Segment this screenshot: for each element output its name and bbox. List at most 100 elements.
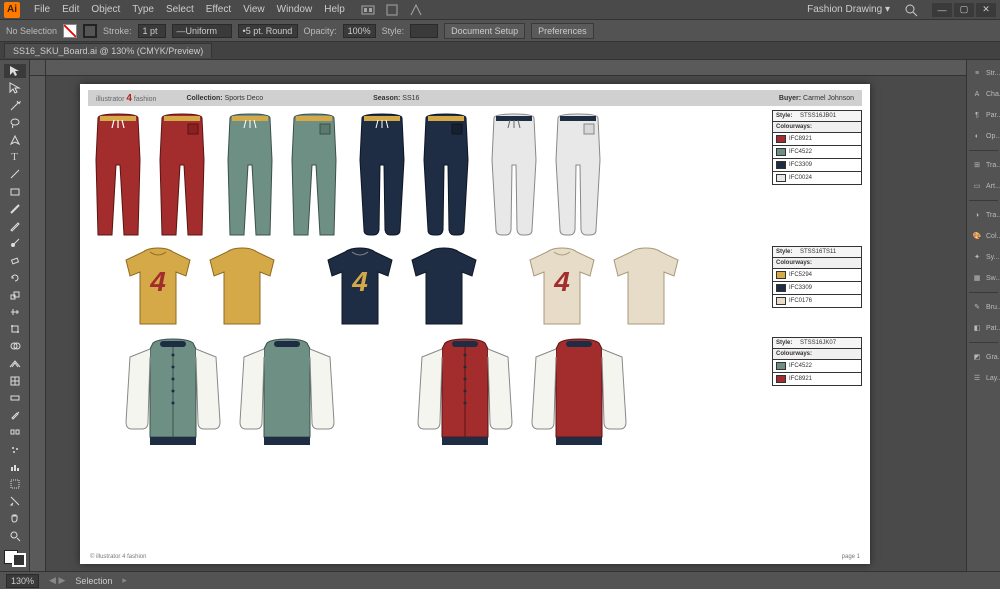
menu-effect[interactable]: Effect (200, 4, 237, 15)
slice-tool[interactable] (4, 494, 26, 508)
panel-layers[interactable]: ☰Lay... (969, 369, 998, 387)
line-tool[interactable] (4, 167, 26, 181)
paintbrush-tool[interactable] (4, 202, 26, 216)
fill-stroke-picker[interactable] (4, 550, 26, 567)
artboard[interactable]: illustrator 4 fashion Collection: Sports… (80, 84, 870, 564)
season-field: Season: SS16 (373, 95, 419, 102)
selection-tool[interactable] (4, 64, 26, 78)
minimize-button[interactable]: — (932, 3, 952, 17)
menu-select[interactable]: Select (160, 4, 200, 15)
control-bar: No Selection Stroke: 1 pt — Uniform • 5 … (0, 20, 1000, 42)
lasso-tool[interactable] (4, 116, 26, 130)
search-icon[interactable] (904, 3, 918, 17)
close-button[interactable]: ✕ (976, 3, 996, 17)
panel-stroke[interactable]: ≡Str... (969, 64, 998, 82)
corner-field[interactable]: • 5 pt. Round (238, 24, 298, 38)
bridge-icon[interactable] (361, 3, 375, 17)
panel-brushes[interactable]: ✎Bru... (969, 298, 998, 316)
artboard-footer: © illustrator 4 fashion page 1 (90, 554, 860, 560)
panel-transform[interactable]: ⊞Tra... (969, 156, 998, 174)
opacity-label: Opacity: (304, 26, 337, 36)
pen-tool[interactable] (4, 133, 26, 147)
panel-pathfinder[interactable]: ◧Pat... (969, 319, 998, 337)
perspective-grid-tool[interactable] (4, 356, 26, 370)
menu-file[interactable]: File (28, 4, 56, 15)
mesh-tool[interactable] (4, 374, 26, 388)
gradient-tool[interactable] (4, 391, 26, 405)
panel-paragraph[interactable]: ¶Par... (969, 106, 998, 124)
ruler-vertical[interactable] (30, 76, 46, 571)
svg-text:4: 4 (149, 266, 166, 297)
panel-gradient[interactable]: ◩Gra... (969, 348, 998, 366)
ruler-origin[interactable] (30, 60, 46, 76)
panel-opacity[interactable]: ◐Op... (969, 127, 998, 145)
menu-help[interactable]: Help (318, 4, 351, 15)
column-graph-tool[interactable] (4, 460, 26, 474)
fill-swatch[interactable] (63, 24, 77, 38)
blend-tool[interactable] (4, 425, 26, 439)
stroke-label: Stroke: (103, 26, 132, 36)
stroke-weight-field[interactable]: 1 pt (138, 24, 166, 38)
svg-text:4: 4 (553, 266, 570, 297)
canvas-area[interactable]: illustrator 4 fashion Collection: Sports… (30, 60, 966, 571)
panel-dock: ≡Str... ACha... ¶Par... ◐Op... ⊞Tra... ▭… (966, 60, 1000, 571)
panel-swatches[interactable]: ▦Sw... (969, 269, 998, 287)
hand-tool[interactable] (4, 511, 26, 525)
zoom-field[interactable]: 130% (6, 574, 39, 588)
symbol-sprayer-tool[interactable] (4, 442, 26, 456)
title-bar: Ai File Edit Object Type Select Effect V… (0, 0, 1000, 20)
preferences-button[interactable]: Preferences (531, 23, 594, 39)
arrange-icon[interactable] (409, 3, 423, 17)
panel-character[interactable]: ACha... (969, 85, 998, 103)
magic-wand-tool[interactable] (4, 98, 26, 112)
eyedropper-tool[interactable] (4, 408, 26, 422)
jacket-teal (118, 337, 342, 457)
type-tool[interactable]: T (4, 150, 26, 164)
ruler-horizontal[interactable] (46, 60, 966, 76)
artboard-tool[interactable] (4, 477, 26, 491)
jacket-red (410, 337, 634, 457)
menu-type[interactable]: Type (126, 4, 160, 15)
eraser-tool[interactable] (4, 253, 26, 267)
rectangle-tool[interactable] (4, 184, 26, 198)
menu-view[interactable]: View (237, 4, 271, 15)
pants-red (88, 110, 212, 240)
scale-tool[interactable] (4, 288, 26, 302)
rotate-tool[interactable] (4, 270, 26, 284)
brand-logo: illustrator 4 fashion (96, 93, 156, 104)
status-mode: Selection (75, 576, 112, 586)
workspace-switcher[interactable]: Fashion Drawing ▾ (799, 4, 898, 15)
stroke-swatch[interactable] (83, 24, 97, 38)
menu-window[interactable]: Window (271, 4, 319, 15)
app-icon: Ai (4, 2, 20, 18)
stroke-color[interactable] (12, 553, 26, 567)
direct-selection-tool[interactable] (4, 81, 26, 95)
width-tool[interactable] (4, 305, 26, 319)
zoom-tool[interactable] (4, 528, 26, 542)
menu-edit[interactable]: Edit (56, 4, 85, 15)
blob-brush-tool[interactable] (4, 236, 26, 250)
stock-icon[interactable] (385, 3, 399, 17)
stroke-profile-field[interactable]: — Uniform (172, 24, 232, 38)
panel-symbols[interactable]: ✦Sy... (969, 248, 998, 266)
style-field[interactable] (410, 24, 438, 38)
style-info-1: Style: STSS16JB01 Colourways: IFC8921 IF… (772, 110, 862, 185)
panel-artboards[interactable]: ▭Art... (969, 177, 998, 195)
menu-object[interactable]: Object (85, 4, 126, 15)
free-transform-tool[interactable] (4, 322, 26, 336)
shape-builder-tool[interactable] (4, 339, 26, 353)
pants-navy (352, 110, 476, 240)
style-info-2: Style: STSS16TS11 Colourways: IFC5294 IF… (772, 246, 862, 308)
document-tab[interactable]: SS16_SKU_Board.ai @ 130% (CMYK/Preview) (4, 43, 212, 58)
document-setup-button[interactable]: Document Setup (444, 23, 525, 39)
maximize-button[interactable]: ▢ (954, 3, 974, 17)
opacity-field[interactable]: 100% (343, 24, 376, 38)
pants-teal (220, 110, 344, 240)
svg-text:4: 4 (351, 266, 368, 297)
pencil-tool[interactable] (4, 219, 26, 233)
panel-color[interactable]: 🎨Col... (969, 227, 998, 245)
buyer-field: Buyer: Carmel Johnson (779, 95, 854, 102)
selection-label: No Selection (6, 26, 57, 36)
tee-cream: 4 (522, 246, 686, 331)
panel-transparency[interactable]: ◑Tra... (969, 206, 998, 224)
